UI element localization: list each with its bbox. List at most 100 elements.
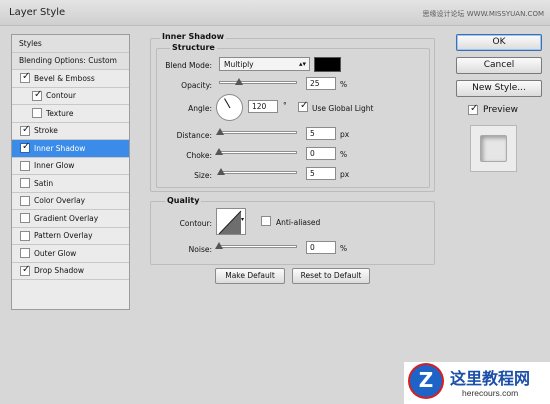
styles-list-item[interactable]: Blending Options: Custom	[12, 52, 129, 70]
noise-unit: %	[340, 244, 348, 253]
distance-label: Distance:	[176, 131, 212, 140]
size-unit: px	[340, 170, 350, 179]
opacity-label: Opacity:	[181, 81, 212, 90]
style-preview-swatch	[480, 135, 507, 162]
distance-slider[interactable]	[219, 131, 297, 134]
styles-list-item[interactable]: Styles	[12, 35, 129, 53]
styles-list-item[interactable]: ✓ Stroke	[12, 123, 129, 140]
inner-shadow-title: Inner Shadow	[160, 32, 226, 41]
size-slider-thumb[interactable]	[217, 168, 225, 175]
styles-list-item[interactable]: Color Overlay	[12, 193, 129, 210]
styles-list-item[interactable]: Gradient Overlay	[12, 210, 129, 228]
style-checkbox[interactable]	[20, 248, 30, 259]
checkmark-icon: ✓	[22, 141, 31, 153]
site-logo-mark: Z	[410, 365, 442, 397]
styles-list: Styles Blending Options: Custom ✓ Bevel & E…	[11, 34, 130, 310]
angle-dial[interactable]	[216, 94, 243, 121]
styles-list-item[interactable]: ✓ Inner Shadow	[12, 140, 129, 158]
quality-group	[150, 201, 435, 265]
contour-label: Contour:	[179, 219, 212, 228]
style-checkbox[interactable]	[20, 178, 30, 189]
angle-input[interactable]: 120	[248, 100, 278, 113]
choke-input[interactable]: 0	[306, 147, 336, 160]
distance-input[interactable]: 5	[306, 127, 336, 140]
angle-unit: °	[283, 101, 287, 110]
styles-list-item[interactable]: Texture	[12, 105, 129, 123]
style-checkbox[interactable]	[20, 230, 30, 241]
opacity-slider-thumb[interactable]	[234, 78, 243, 85]
style-checkbox[interactable]: ✓	[20, 71, 30, 84]
style-checkbox[interactable]: ✓	[20, 123, 31, 136]
style-checkbox[interactable]	[32, 108, 42, 119]
style-checkbox[interactable]	[20, 160, 30, 171]
choke-slider-thumb[interactable]	[215, 148, 223, 155]
distance-unit: px	[340, 130, 350, 139]
noise-input[interactable]: 0	[306, 241, 336, 254]
styles-list-item-label: Outer Glow	[34, 248, 77, 258]
contour-dropdown-icon[interactable]: ▾	[241, 216, 244, 223]
style-checkbox[interactable]	[20, 195, 30, 206]
styles-list-item[interactable]: ✓ Drop Shadow	[12, 263, 129, 280]
cancel-button[interactable]: Cancel	[456, 57, 542, 74]
styles-list-item-label: Blending Options: Custom	[19, 56, 117, 66]
watermark-text: 思缘设计论坛 WWW.MISSYUAN.COM	[422, 10, 545, 18]
blend-mode-select[interactable]: Multiply ▴▾	[219, 57, 310, 71]
size-input[interactable]: 5	[306, 167, 336, 180]
new-style-button[interactable]: New Style...	[456, 80, 542, 97]
style-checkbox[interactable]: ✓	[20, 264, 30, 276]
style-checkbox[interactable]	[20, 213, 30, 224]
make-default-button[interactable]: Make Default	[215, 268, 285, 284]
angle-label: Angle:	[188, 104, 212, 113]
reset-to-default-button[interactable]: Reset to Default	[292, 268, 370, 284]
shadow-color-swatch[interactable]	[314, 57, 341, 72]
styles-list-item[interactable]: ✓ Contour	[12, 88, 129, 105]
ok-button[interactable]: OK	[456, 34, 542, 51]
site-logo: Z 这里教程网 herecours.com	[404, 362, 550, 404]
styles-list-item-label: Drop Shadow	[34, 266, 85, 276]
styles-list-item[interactable]: ✓ Bevel & Emboss	[12, 70, 129, 88]
site-logo-name: 这里教程网	[450, 369, 531, 388]
choke-slider[interactable]	[219, 151, 297, 154]
opacity-slider[interactable]	[219, 81, 297, 84]
site-logo-url: herecours.com	[462, 388, 519, 398]
styles-list-item[interactable]: Inner Glow	[12, 158, 129, 175]
styles-list-item[interactable]: Outer Glow	[12, 245, 129, 263]
checkmark-icon: ✓	[22, 123, 31, 135]
style-checkbox[interactable]: ✓	[20, 141, 31, 154]
styles-list-item-label: Styles	[19, 38, 42, 48]
angle-indicator-icon	[224, 98, 231, 109]
opacity-input[interactable]: 25	[306, 77, 336, 90]
noise-slider[interactable]	[219, 245, 297, 248]
updown-arrows-icon: ▴▾	[298, 60, 306, 68]
styles-list-item-label: Pattern Overlay	[34, 231, 93, 241]
quality-title: Quality	[165, 196, 202, 205]
size-label: Size:	[194, 171, 212, 180]
use-global-light-checkbox[interactable]: ✓	[298, 100, 309, 112]
use-global-light-label: Use Global Light	[312, 104, 374, 113]
styles-list-item-label: Satin	[34, 178, 54, 188]
anti-aliased-label: Anti-aliased	[276, 218, 321, 227]
anti-aliased-checkbox[interactable]	[261, 216, 271, 226]
styles-list-item-label: Stroke	[34, 126, 58, 136]
styles-list-item-label: Gradient Overlay	[34, 213, 99, 223]
size-slider[interactable]	[219, 171, 297, 174]
distance-slider-thumb[interactable]	[216, 128, 224, 135]
styles-list-item[interactable]: Pattern Overlay	[12, 228, 129, 245]
styles-list-item-label: Color Overlay	[34, 196, 86, 206]
opacity-unit: %	[340, 80, 348, 89]
style-checkbox[interactable]: ✓	[32, 89, 42, 101]
preview-label: Preview	[483, 105, 519, 115]
choke-unit: %	[340, 150, 348, 159]
styles-list-item-label: Inner Glow	[34, 161, 75, 171]
blend-mode-value: Multiply	[224, 60, 254, 69]
structure-title: Structure	[170, 43, 217, 52]
preview-checkbox[interactable]: ✓	[468, 103, 478, 115]
style-preview	[470, 125, 517, 172]
noise-slider-thumb[interactable]	[215, 242, 223, 249]
window-title: Layer Style	[9, 7, 66, 18]
layer-style-dialog: Styles Blending Options: Custom ✓ Bevel & E…	[0, 26, 550, 404]
contour-picker[interactable]: ▾	[216, 208, 246, 235]
choke-label: Choke:	[186, 151, 212, 160]
styles-list-item[interactable]: Satin	[12, 175, 129, 193]
checkmark-icon: ✓	[300, 100, 309, 111]
